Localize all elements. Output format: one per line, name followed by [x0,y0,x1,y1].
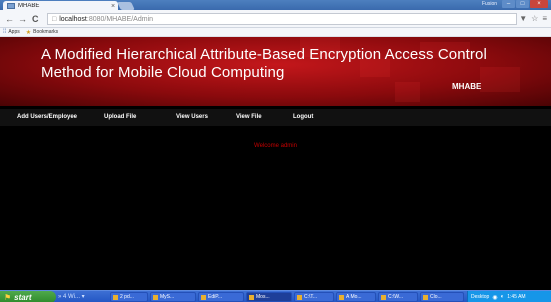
toolbar-actions: ▼ ☆ ≡ [519,14,547,23]
nav-upload-file[interactable]: Upload File [104,114,136,120]
url-host: localhost [59,15,87,23]
taskbar-item[interactable]: C:\T... [294,292,334,302]
maximize-button[interactable]: □ [516,0,529,8]
window-controls: – □ × [502,0,548,8]
site-subtitle: MHABE [452,82,482,91]
network-icon[interactable]: ◉ [492,294,497,301]
address-bar[interactable]: □ localhost :8080/MHABE/Admin [47,13,517,25]
back-arrow-icon[interactable]: ← [5,14,14,24]
window-user-label: Fusion [482,1,498,7]
start-label: start [14,292,32,302]
windows-logo-icon: ⚑ [4,292,12,302]
app-icon [297,294,302,300]
bookmarks-label: Bookmarks [33,29,59,35]
clock[interactable]: 1:45 AM [507,294,525,300]
nav-add-users[interactable]: Add Users/Employee [17,114,77,120]
app-icon [201,294,206,300]
quick-launch[interactable]: » 4 Wi... ▾ [58,293,85,300]
tab-close-icon[interactable]: × [108,3,118,10]
tab-title: MHABE [18,3,40,9]
welcome-message: Welcome admin [254,143,297,149]
nav-view-file[interactable]: View File [236,114,262,120]
reload-icon[interactable]: C [32,14,39,24]
apps-grid-icon: ⁞⁞ [3,29,7,35]
url-path: :8080/MHABE/Admin [86,15,154,23]
app-icon [423,294,428,300]
bookmarks-bookmark[interactable]: ★ Bookmarks [26,29,58,36]
app-icon [249,294,254,300]
browser-toolbar: ← → C □ localhost :8080/MHABE/Admin ▼ ☆ … [0,10,551,28]
page-favicon-icon [7,3,15,9]
windows-taskbar: ⚑ start » 4 Wi... ▾ 2 pd... MyS... EdiP.… [0,290,551,302]
taskbar-item[interactable]: MyS... [150,292,196,302]
close-window-button[interactable]: × [530,0,548,8]
app-icon [153,294,158,300]
nav-view-users[interactable]: View Users [176,114,208,120]
page-info-icon[interactable]: □ [52,16,56,23]
filter-icon[interactable]: ▼ [519,14,527,23]
desktop-toolbar[interactable]: Desktop [471,294,489,300]
taskbar-item[interactable]: A Mo... [336,292,376,302]
menu-icon[interactable]: ≡ [542,14,547,23]
web-page: A Modified Hierarchical Attribute-Based … [0,37,551,290]
app-icon [381,294,386,300]
new-tab-button[interactable] [117,2,135,10]
taskbar-item-active[interactable]: Mos... [246,292,292,302]
browser-titlebar: MHABE × Fusion – □ × [0,0,551,11]
apps-bookmark[interactable]: ⁞⁞ Apps [3,29,20,35]
bookmarks-bar: ⁞⁞ Apps ★ Bookmarks [0,28,551,37]
volume-icon[interactable]: ◐ [501,294,505,300]
taskbar-item[interactable]: C:\W... [378,292,418,302]
nav-logout[interactable]: Logout [293,114,313,120]
system-tray: Desktop ◉ ◐ 1:45 AM [467,291,551,302]
app-icon [339,294,344,300]
page-title: A Modified Hierarchical Attribute-Based … [41,46,487,81]
main-nav: Add Users/Employee Upload File View User… [0,109,551,126]
star-icon: ★ [25,29,32,36]
header-banner: A Modified Hierarchical Attribute-Based … [0,37,551,106]
screen: MHABE × Fusion – □ × ← → C □ localhost :… [0,0,551,302]
forward-arrow-icon[interactable]: → [18,14,27,24]
apps-label: Apps [8,29,20,35]
minimize-button[interactable]: – [502,0,515,8]
start-button[interactable]: ⚑ start [0,291,56,302]
taskbar-item[interactable]: 2 pd... [110,292,148,302]
taskbar-item[interactable]: EdiP... [198,292,244,302]
bookmark-star-icon[interactable]: ☆ [531,14,538,23]
app-icon [113,294,118,300]
taskbar-item[interactable]: Clo... [420,292,464,302]
